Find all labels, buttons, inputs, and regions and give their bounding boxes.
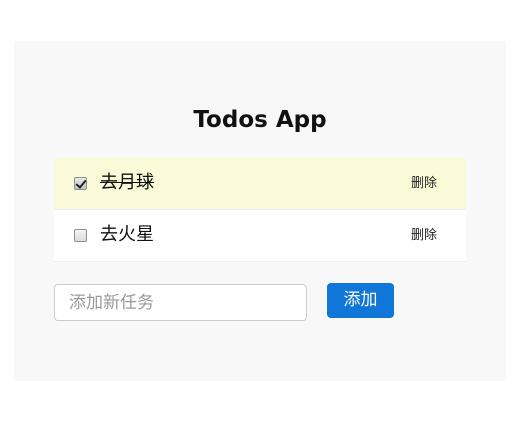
todo-item: 去火星 删除 <box>54 210 466 262</box>
todo-checkbox[interactable] <box>74 229 87 242</box>
todo-text: 去火星 <box>100 224 154 245</box>
todo-list: 去月球 删除 去火星 删除 <box>54 158 466 262</box>
delete-button[interactable]: 删除 <box>411 227 437 245</box>
checkmark-icon <box>75 177 87 189</box>
todo-text: 去月球 <box>100 172 154 193</box>
app-title: Todos App <box>193 107 327 133</box>
todo-checkbox[interactable] <box>74 177 87 190</box>
todo-item: 去月球 删除 <box>54 158 466 210</box>
delete-button[interactable]: 删除 <box>411 175 437 193</box>
new-task-input[interactable] <box>54 284 307 321</box>
add-button[interactable]: 添加 <box>327 283 394 318</box>
